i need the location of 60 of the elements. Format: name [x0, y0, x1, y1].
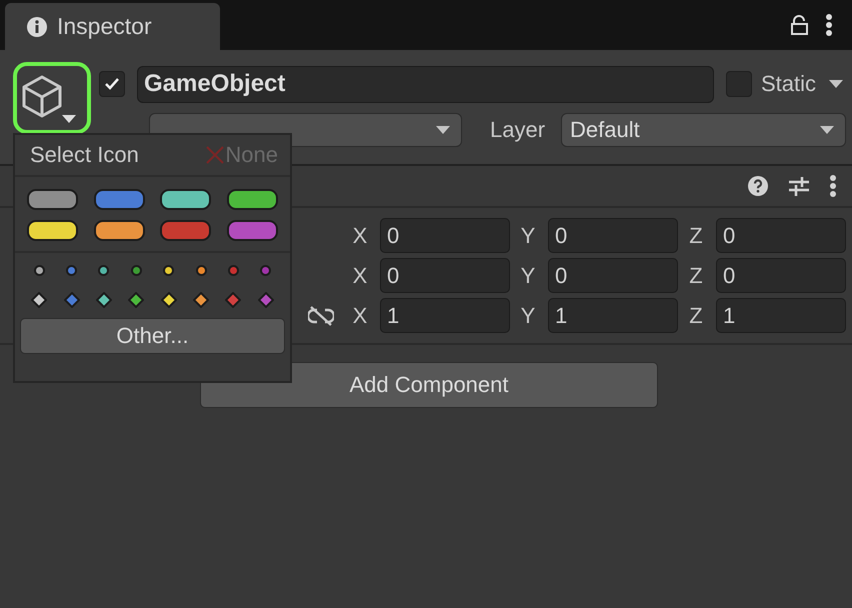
layer-dropdown[interactable]: Default: [561, 113, 846, 147]
axis-label: Z: [688, 302, 704, 328]
caret-icon: [819, 125, 835, 135]
label-icon[interactable]: [26, 189, 78, 210]
number-field[interactable]: 1: [380, 298, 510, 333]
info-icon: [27, 16, 47, 36]
inspector-tab[interactable]: Inspector: [5, 3, 220, 50]
popup-title: Select Icon: [30, 142, 139, 168]
diamond-icon[interactable]: [96, 292, 112, 308]
axis-label: X: [352, 262, 368, 288]
axis-label: Z: [688, 262, 704, 288]
diamond-icon[interactable]: [128, 292, 144, 308]
caret-icon: [435, 125, 451, 135]
static-checkbox[interactable]: [726, 71, 752, 97]
label-icon[interactable]: [227, 189, 278, 210]
axis-label: Y: [520, 302, 536, 328]
axis-label: Y: [520, 222, 536, 248]
number-field[interactable]: 0: [380, 218, 510, 253]
dot-icon[interactable]: [130, 265, 142, 276]
caret-icon: [61, 114, 77, 124]
number-field[interactable]: 0: [548, 258, 678, 293]
dot-icon[interactable]: [163, 265, 174, 276]
layer-label: Layer: [490, 117, 546, 143]
dot-icon[interactable]: [196, 265, 207, 276]
number-field[interactable]: 0: [716, 218, 846, 253]
diamond-icon[interactable]: [31, 292, 48, 308]
number-field[interactable]: 1: [548, 298, 678, 333]
sliders-icon[interactable]: [788, 175, 810, 197]
number-field[interactable]: 1: [716, 298, 846, 333]
help-icon[interactable]: [748, 176, 768, 196]
axis-label: X: [352, 222, 368, 248]
cross-icon: [205, 145, 226, 165]
label-icon[interactable]: [26, 220, 78, 241]
dot-icon[interactable]: [260, 265, 272, 276]
axis-label: X: [352, 302, 368, 328]
more-icon[interactable]: [830, 175, 836, 197]
dot-icon[interactable]: [34, 265, 45, 276]
lock-icon[interactable]: [791, 15, 808, 35]
diamond-icon[interactable]: [193, 292, 210, 308]
axis-label: Z: [688, 222, 704, 248]
active-checkbox[interactable]: [99, 71, 125, 97]
dot-icon[interactable]: [228, 265, 239, 276]
axis-label: Y: [520, 262, 536, 288]
static-caret-icon: [828, 79, 844, 89]
number-field[interactable]: 0: [380, 258, 510, 293]
other-button[interactable]: Other...: [20, 318, 285, 354]
more-icon[interactable]: [826, 14, 832, 36]
number-field[interactable]: 0: [716, 258, 846, 293]
check-icon: [104, 77, 120, 91]
static-label: Static: [760, 71, 816, 97]
label-icon[interactable]: [160, 189, 212, 210]
unlinked-icon[interactable]: [308, 306, 334, 326]
add-component-button[interactable]: Add Component: [200, 362, 658, 408]
name-field[interactable]: GameObject: [137, 66, 714, 102]
cube-icon: [20, 74, 64, 118]
number-field[interactable]: 0: [548, 218, 678, 253]
dot-icon[interactable]: [66, 265, 78, 276]
label-icon[interactable]: [94, 220, 145, 241]
dot-icon[interactable]: [98, 265, 110, 276]
diamond-icon[interactable]: [160, 292, 177, 308]
